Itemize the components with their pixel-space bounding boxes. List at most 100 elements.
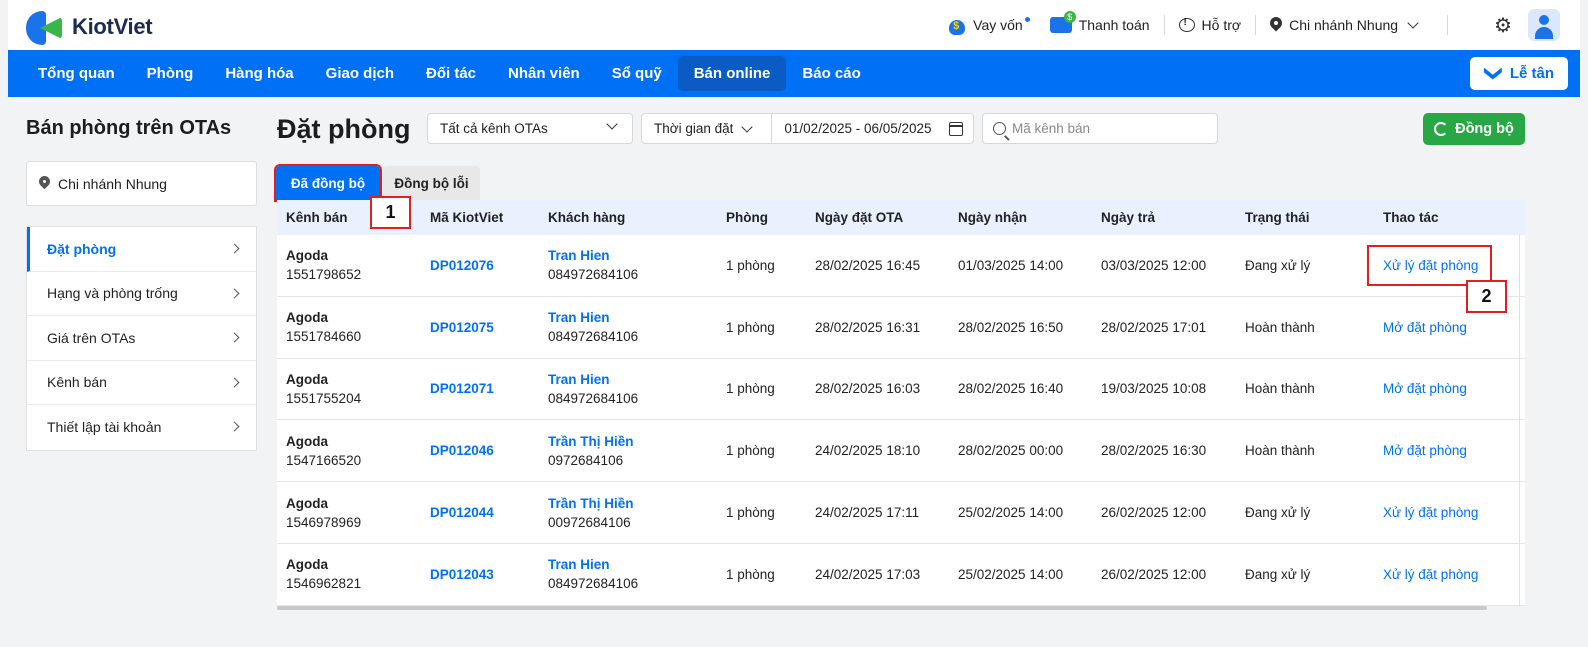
nav-doi-tac[interactable]: Đối tác [410, 56, 492, 91]
booking-code-link[interactable]: DP012076 [421, 258, 539, 273]
kiotviet-logo[interactable]: KiotViet [26, 9, 153, 45]
customer-name-link[interactable]: Tran Hien [548, 248, 717, 263]
vertical-scrollbar[interactable] [1519, 235, 1520, 607]
booking-code-link[interactable]: DP012044 [421, 505, 539, 520]
sidebar-item-hang-phong[interactable]: Hạng và phòng trống [27, 272, 256, 316]
cell-status: Đang xử lý [1245, 257, 1311, 273]
cell-customer: Trần Thị Hiền 00972684106 [539, 496, 717, 530]
search-icon [993, 122, 1006, 135]
channel-booking-id: 1551755204 [286, 390, 362, 406]
row-action-link[interactable]: Mở đặt phòng [1374, 320, 1525, 335]
branch-label: Chi nhánh Nhung [1289, 17, 1399, 33]
horizontal-scrollbar[interactable] [277, 606, 1487, 610]
payment-link[interactable]: Thanh toán [1040, 11, 1160, 33]
sidebar-item-gia-otas[interactable]: Giá trên OTAs [27, 316, 256, 361]
location-pin-icon [1270, 17, 1282, 33]
cell-channel: Agoda 1551784660 [277, 310, 421, 344]
channel-name: Agoda [286, 433, 328, 449]
brand-name: KiotViet [72, 14, 153, 39]
cell-ota-date: 28/02/2025 16:03 [815, 381, 921, 397]
nav-nhan-vien[interactable]: Nhân viên [492, 56, 596, 91]
user-avatar[interactable] [1528, 9, 1560, 41]
sidebar-item-kenh-ban[interactable]: Kênh bán [27, 361, 256, 405]
divider [1447, 15, 1449, 35]
cell-customer: Trần Thị Hiền 0972684106 [539, 434, 717, 468]
cell-checkin: 28/02/2025 16:50 [958, 319, 1064, 335]
table-row: Agoda 1551798652 DP012076 Tran Hien 08497268… [277, 235, 1525, 297]
search-input[interactable]: Mã kênh bán [982, 113, 1218, 144]
cell-checkin: 28/02/2025 00:00 [958, 443, 1064, 459]
loan-label: Vay vốn [973, 17, 1023, 33]
customer-name-link[interactable]: Tran Hien [548, 557, 717, 572]
sidebar-item-dat-phong[interactable]: Đặt phòng [27, 227, 256, 272]
tab-sync-error[interactable]: Đồng bộ lỗi [383, 166, 480, 200]
customer-name-link[interactable]: Tran Hien [548, 372, 717, 387]
nav-so-quy[interactable]: Sổ quỹ [596, 56, 678, 91]
divider [771, 113, 773, 144]
chevron-right-icon [229, 421, 240, 432]
cell-status: Hoàn thành [1245, 319, 1315, 335]
booking-code-link[interactable]: DP012046 [421, 443, 539, 458]
sync-button[interactable]: Đồng bộ [1423, 113, 1525, 145]
channel-name: Agoda [286, 371, 328, 387]
cell-channel: Agoda 1547166520 [277, 434, 421, 468]
nav-hang-hoa[interactable]: Hàng hóa [209, 56, 309, 91]
nav-bao-cao[interactable]: Báo cáo [786, 56, 876, 91]
cell-rooms: 1 phòng [726, 319, 775, 335]
divider [1163, 15, 1165, 35]
customer-name-link[interactable]: Trần Thị Hiền [548, 496, 717, 511]
table-row: Agoda 1546962821 DP012043 Tran Hien 08497268… [277, 544, 1525, 606]
branch-selector[interactable]: Chi nhánh Nhung [1260, 17, 1431, 33]
reception-button[interactable]: Lễ tân [1469, 57, 1568, 90]
date-range-input[interactable]: 01/02/2025 - 06/05/2025 [784, 121, 931, 136]
chevron-right-icon [229, 243, 240, 254]
cell-customer: Tran Hien 084972684106 [539, 248, 717, 282]
tab-synced[interactable]: Đã đồng bộ [274, 164, 382, 202]
sidebar-item-label: Hạng và phòng trống [47, 285, 178, 302]
main-nav: Tổng quan Phòng Hàng hóa Giao dịch Đối t… [8, 50, 1580, 97]
booking-code-link[interactable]: DP012075 [421, 320, 539, 335]
nav-phong[interactable]: Phòng [131, 56, 210, 91]
customer-name-link[interactable]: Trần Thị Hiền [548, 434, 717, 449]
ota-channel-value: Tất cả kênh OTAs [440, 121, 548, 136]
location-pin-icon [39, 176, 50, 191]
chevron-right-icon [229, 332, 240, 343]
cell-checkin: 01/03/2025 14:00 [958, 257, 1064, 273]
table-row: Agoda 1547166520 DP012046 Trần Thị Hiền 0972… [277, 420, 1525, 483]
date-filter[interactable]: Thời gian đặt 01/02/2025 - 06/05/2025 [641, 113, 974, 144]
table-row: Agoda 1546978969 DP012044 Trần Thị Hiền 0097… [277, 482, 1525, 544]
booking-code-link[interactable]: DP012043 [421, 567, 539, 582]
divider [1255, 15, 1257, 35]
support-link[interactable]: Hỗ trợ [1169, 17, 1252, 33]
table-row: Agoda 1551784660 DP012075 Tran Hien 08497268… [277, 297, 1525, 359]
sidebar-item-thiet-lap[interactable]: Thiết lập tài khoản [27, 405, 256, 450]
sidebar-branch-selector[interactable]: Chi nhánh Nhung [26, 161, 257, 206]
refresh-icon [1434, 122, 1449, 136]
ota-channel-select[interactable]: Tất cả kênh OTAs [427, 113, 633, 144]
loan-link[interactable]: Vay vốn [938, 14, 1040, 36]
gear-icon[interactable]: ⚙ [1494, 13, 1512, 38]
cell-rooms: 1 phòng [726, 257, 775, 273]
bookings-table: Kênh bán Mã KiotViet Khách hàng Phòng Ng… [277, 200, 1525, 606]
calendar-icon[interactable] [949, 122, 963, 136]
cell-ota-date: 24/02/2025 18:10 [815, 443, 921, 459]
reception-label: Lễ tân [1509, 65, 1554, 82]
booking-code-link[interactable]: DP012071 [421, 381, 539, 396]
nav-ban-online[interactable]: Bán online [677, 56, 787, 91]
customer-name-link[interactable]: Tran Hien [548, 310, 717, 325]
cell-status: Hoàn thành [1245, 381, 1315, 397]
cell-rooms: 1 phòng [726, 505, 775, 521]
nav-giao-dich[interactable]: Giao dịch [310, 56, 410, 91]
time-type-select[interactable]: Thời gian đặt [654, 121, 733, 136]
row-action-link[interactable]: Mở đặt phòng [1374, 381, 1525, 396]
cell-ota-date: 28/02/2025 16:31 [815, 319, 921, 335]
cell-rooms: 1 phòng [726, 443, 775, 459]
col-customer: Khách hàng [548, 210, 626, 225]
channel-booking-id: 1551784660 [286, 329, 362, 345]
row-action-link[interactable]: Xử lý đặt phòng [1374, 505, 1525, 520]
nav-tong-quan[interactable]: Tổng quan [22, 56, 131, 91]
row-action-link[interactable]: Mở đặt phòng [1374, 443, 1525, 458]
channel-booking-id: 1547166520 [286, 452, 362, 468]
sidebar-menu: Đặt phòng Hạng và phòng trống Giá trên O… [26, 226, 257, 451]
row-action-link[interactable]: Xử lý đặt phòng [1374, 567, 1525, 582]
